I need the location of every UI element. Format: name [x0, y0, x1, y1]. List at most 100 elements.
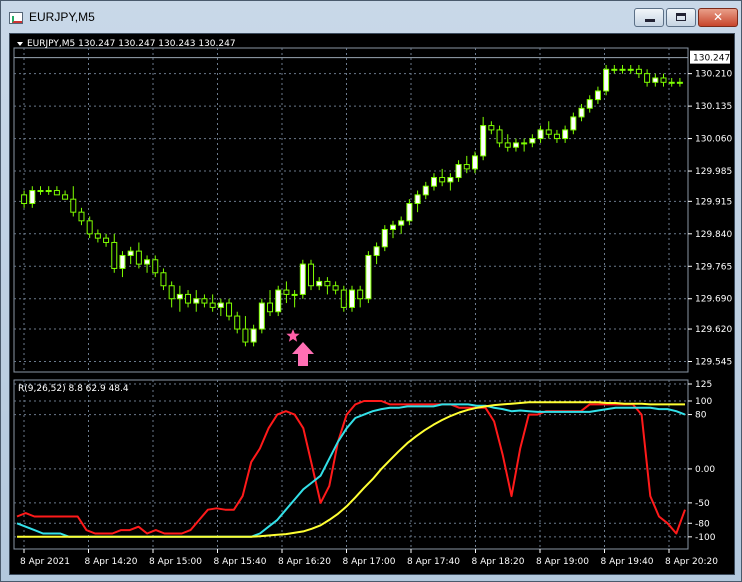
candle-body: [430, 177, 437, 187]
indicator-tick-label: 125: [695, 380, 712, 390]
indicator-header: R(9,26,52) 8.8 62.9 48.4: [18, 384, 129, 394]
minimize-icon: [645, 19, 655, 22]
chart-canvas[interactable]: 130.210 130.135 130.060 129.985 129.915 129.8…: [10, 34, 734, 574]
candle-body: [217, 302, 224, 308]
candle-body: [86, 220, 93, 235]
indicator-tick-label: -50: [695, 499, 710, 509]
candle-body: [644, 73, 651, 83]
time-axis-label: 8 Apr 20:20: [665, 557, 718, 567]
candle-body: [185, 293, 192, 304]
candle-body: [537, 129, 544, 140]
candle-body: [627, 68, 634, 71]
candle-body: [45, 190, 52, 193]
candle-body: [488, 125, 495, 131]
candle-body: [603, 68, 610, 92]
candle-body: [349, 289, 355, 308]
symbol-label: EURJPY,M5: [27, 39, 78, 49]
candle-body: [668, 81, 675, 84]
candle-body: [53, 190, 60, 196]
indicator-tick-label: -80: [695, 519, 710, 529]
candle-body: [111, 241, 118, 269]
indicator-tick-label: 0.00: [695, 465, 715, 475]
candle-body: [226, 302, 233, 317]
title-bar[interactable]: EURJPY,M5 ✕: [1, 1, 741, 33]
candle-body: [619, 68, 626, 71]
maximize-icon: [676, 13, 686, 21]
candle-body: [447, 177, 454, 183]
candle-body: [275, 289, 282, 313]
candle-body: [168, 285, 175, 300]
indicator-line-2: [16, 403, 686, 538]
candle-body: [283, 289, 290, 295]
candle-body: [455, 164, 462, 179]
time-axis-label: 8 Apr 17:00: [343, 557, 396, 567]
candle-body: [529, 138, 536, 144]
main-panel-frame: [13, 47, 689, 373]
candle-body: [37, 190, 44, 193]
indicator-tick-label: -100: [695, 533, 716, 543]
candle-body: [373, 246, 380, 256]
ohlc-values: 130.247 130.247 130.243 130.247: [78, 39, 235, 49]
maximize-button[interactable]: [666, 8, 696, 27]
candle-body: [586, 99, 593, 109]
candle-body: [250, 328, 257, 343]
indicator-tick-label: 80: [695, 411, 707, 421]
candle-body: [652, 77, 659, 83]
time-axis-label: 8 Apr 15:40: [214, 557, 267, 567]
candle-body: [152, 259, 159, 274]
chart-window: EURJPY,M5 ✕ 130.210 130.135 130.060 129.985…: [0, 0, 742, 582]
candle-body: [340, 289, 347, 308]
chart-area[interactable]: 130.210 130.135 130.060 129.985 129.915 129.8…: [9, 33, 735, 575]
candle-body: [78, 211, 85, 222]
candle-body: [324, 280, 331, 287]
candle-body: [258, 302, 265, 330]
candle-body: [660, 77, 667, 83]
candle-body: [357, 289, 364, 300]
time-axis-label: 8 Apr 14:20: [85, 557, 138, 567]
candle-body: [578, 107, 585, 118]
candle-body: [512, 142, 519, 148]
candle-body: [471, 155, 478, 170]
price-tick-label: 129.765: [695, 262, 732, 272]
window-title: EURJPY,M5: [29, 10, 95, 24]
time-axis-label: 8 Apr 2021: [20, 557, 70, 567]
chart-app-icon: [9, 12, 23, 24]
candle-body: [291, 293, 298, 296]
price-tick-label: 130.135: [695, 102, 732, 112]
price-tick-label: 129.840: [695, 230, 732, 240]
candle-body: [127, 250, 134, 256]
candle-body: [308, 263, 315, 287]
time-axis-label: 8 Apr 16:20: [278, 557, 331, 567]
close-button[interactable]: ✕: [698, 8, 738, 27]
price-tick-label: 129.985: [695, 167, 732, 177]
current-price-label: 130.247: [693, 54, 730, 64]
candle-body: [594, 90, 601, 101]
minimize-button[interactable]: [634, 8, 664, 27]
indicator-tick-label: 100: [695, 397, 712, 407]
candle-body: [94, 233, 101, 239]
candle-body: [504, 142, 511, 148]
candle-body: [553, 133, 560, 140]
candle-body: [201, 298, 208, 304]
candle-body: [463, 164, 470, 170]
time-axis-label: 8 Apr 19:40: [601, 557, 654, 567]
candle-body: [62, 194, 69, 200]
candle-body: [398, 220, 405, 226]
time-axis-label: 8 Apr 17:40: [407, 557, 460, 567]
candle-body: [365, 254, 372, 300]
chart-header: EURJPY,M5 130.247 130.247 130.243 130.24…: [27, 39, 236, 49]
candle-body: [299, 263, 306, 295]
candle-body: [29, 190, 36, 205]
candle-body: [332, 285, 339, 291]
price-tick-label: 129.620: [695, 325, 732, 335]
candle-body: [496, 129, 503, 144]
price-tick-label: 130.210: [695, 70, 732, 80]
close-icon: ✕: [712, 10, 724, 24]
candle-body: [21, 194, 28, 205]
candle-body: [439, 177, 446, 183]
candle-body: [234, 315, 241, 330]
candle-body: [160, 272, 167, 287]
candle-body: [135, 250, 142, 265]
time-axis-label: 8 Apr 15:00: [149, 557, 202, 567]
price-tick-label: 130.060: [695, 135, 732, 145]
